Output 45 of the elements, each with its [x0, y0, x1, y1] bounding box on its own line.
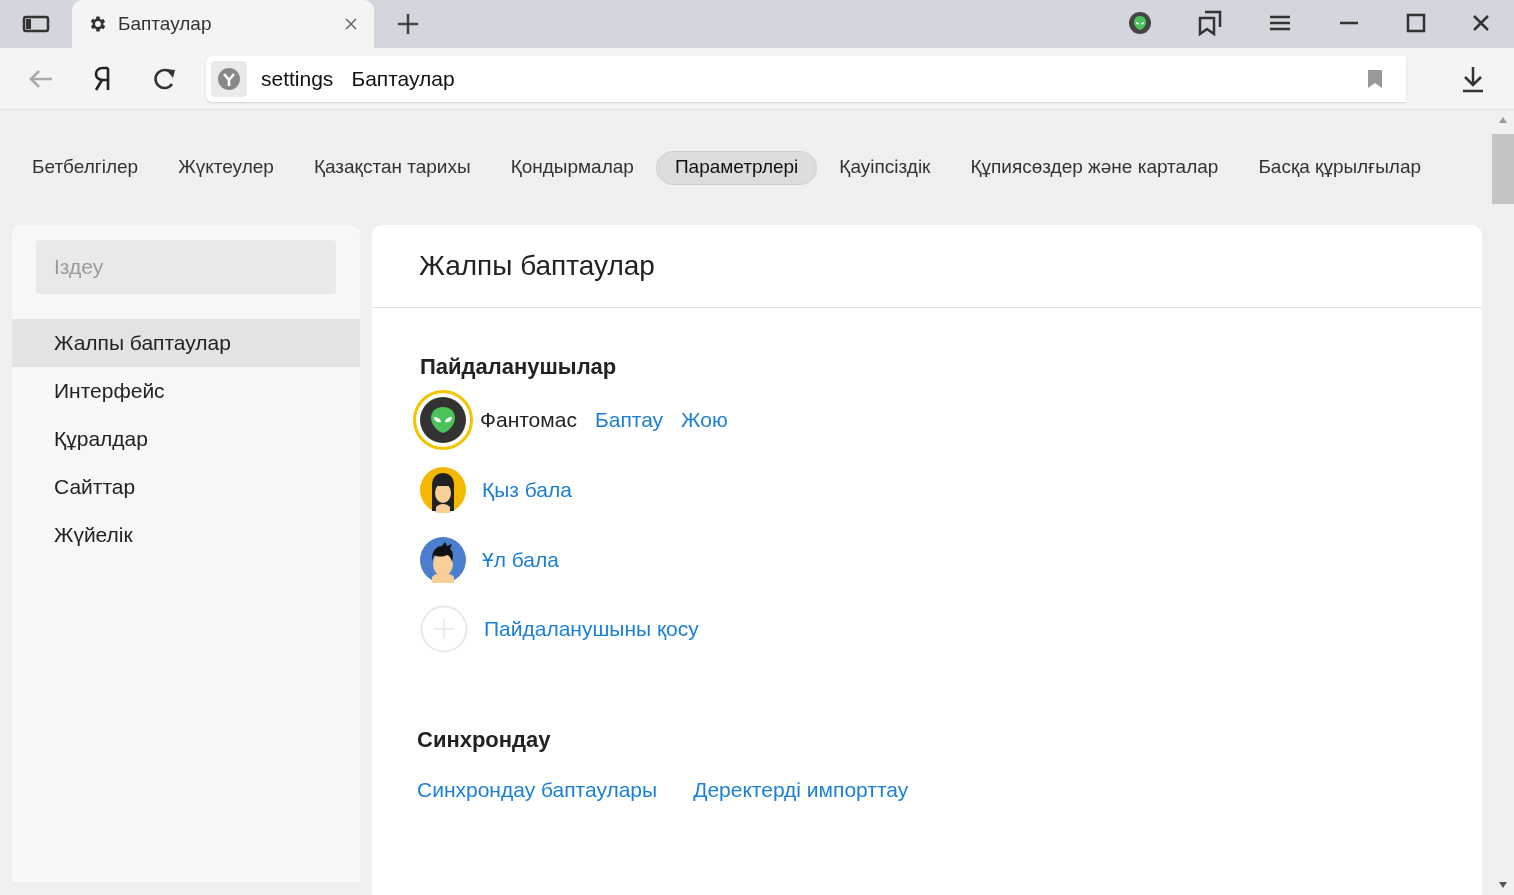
add-user-link[interactable]: Пайдаланушыны қосу — [484, 613, 699, 645]
user-name: Фантомас — [480, 407, 577, 434]
section-title: Синхрондау — [417, 726, 552, 754]
maximize-icon[interactable] — [1406, 13, 1426, 33]
sync-link[interactable]: Деректерді импорттау — [693, 774, 909, 806]
sidebar-item[interactable]: Жүйелік — [12, 511, 360, 559]
gear-icon — [88, 14, 108, 34]
nav-tab[interactable]: Қондырмалар — [492, 150, 652, 185]
download-icon[interactable] — [1462, 64, 1484, 93]
close-icon[interactable] — [1472, 14, 1490, 32]
user-link[interactable]: Қыз бала — [482, 474, 572, 506]
search-field[interactable]: Іздеу — [36, 240, 336, 294]
sidebar-item[interactable]: Интерфейс — [12, 367, 360, 415]
menu-icon[interactable] — [1268, 14, 1292, 32]
nav-tab[interactable]: Бетбелгілер — [14, 150, 157, 185]
site-icon — [211, 60, 247, 97]
nav-tab[interactable]: Басқа құрылғылар — [1240, 150, 1439, 185]
nav-tab[interactable]: Қауіпсіздік — [821, 150, 949, 185]
tab-title: Баптаулар — [118, 11, 213, 36]
user-action-link[interactable]: Жою — [681, 404, 728, 436]
close-icon[interactable] — [344, 17, 358, 31]
sidebar-item[interactable]: Жалпы баптаулар — [12, 319, 360, 367]
bookmark-icon[interactable] — [1367, 68, 1383, 89]
nav-tab[interactable]: Қазақстан тарихы — [295, 150, 489, 185]
section-title: Пайдаланушылар — [420, 353, 618, 381]
nav-tab[interactable]: Параметрлері — [655, 150, 818, 185]
panel-title: Жалпы баптаулар — [419, 249, 655, 283]
browser-logo-icon[interactable] — [94, 65, 112, 92]
bookmarks-icon[interactable] — [1198, 10, 1222, 36]
browser-tab[interactable]: Баптаулар — [72, 0, 374, 48]
scrollbar-thumb[interactable] — [1492, 134, 1514, 204]
user-action-link[interactable]: Баптау — [594, 404, 664, 436]
sync-link[interactable]: Синхрондау баптаулары — [417, 774, 658, 806]
minimize-icon[interactable] — [1338, 21, 1360, 25]
sidebar-item[interactable]: Сайттар — [12, 463, 360, 511]
sidebar-item[interactable]: Құралдар — [12, 415, 360, 463]
new-tab-icon[interactable] — [396, 12, 420, 36]
scroll-down-icon[interactable] — [1498, 881, 1508, 889]
address-bar[interactable]: settings Баптаулар — [206, 55, 1406, 102]
nav-tab[interactable]: Жүктеулер — [160, 150, 292, 185]
user-link[interactable]: Ұл бала — [482, 544, 559, 576]
page-title: Баптаулар — [351, 65, 455, 92]
url-scheme: settings — [261, 65, 334, 92]
alien-profile-icon[interactable] — [1128, 11, 1152, 35]
nav-tab[interactable]: Құпиясөздер және карталар — [952, 150, 1237, 185]
